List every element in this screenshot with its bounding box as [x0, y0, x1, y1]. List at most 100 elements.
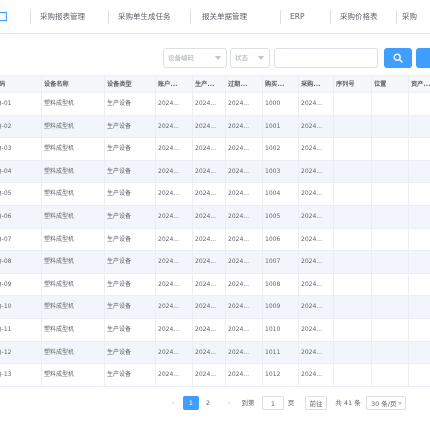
- table-cell: 2024...: [301, 258, 322, 266]
- table-row[interactable]: EQ-10 塑料成型机 生产设备 2024... 2024... 2024... 1009 2…: [0, 296, 430, 319]
- tab-6[interactable]: 采购: [402, 7, 430, 27]
- tab-3[interactable]: 报关单据管理: [202, 7, 268, 27]
- table-cell: 2024...: [228, 167, 249, 175]
- table-cell: 2024...: [228, 348, 249, 356]
- status-select[interactable]: 状态: [230, 48, 270, 68]
- tab-5[interactable]: 采购价格表: [340, 7, 390, 27]
- table-row[interactable]: EQ-04 塑料成型机 生产设备 2024... 2024... 2024... 1003 2…: [0, 160, 430, 184]
- table-cell: 1004: [265, 190, 281, 198]
- table-cell: 2024...: [228, 258, 249, 266]
- table-cell: EQ-04: [0, 167, 12, 175]
- table-cell: 生产设备: [107, 122, 132, 130]
- table-cell: 2024...: [195, 280, 216, 288]
- column-header[interactable]: 账户...: [155, 76, 192, 94]
- table-cell: 2024...: [228, 145, 249, 153]
- table-cell: 生产设备: [107, 371, 132, 379]
- table-cell: 塑料成型机: [44, 213, 75, 220]
- table-row[interactable]: EQ-09 塑料成型机 生产设备 2024... 2024... 2024... 1008 2…: [0, 274, 430, 297]
- table-row[interactable]: EQ-03 塑料成型机 生产设备 2024... 2024... 2024... 1002 2…: [0, 138, 430, 161]
- goto-page-input[interactable]: 1: [262, 396, 284, 410]
- search-input[interactable]: [274, 48, 378, 68]
- table-cell: 塑料成型机: [44, 122, 75, 130]
- table-cell: 2024...: [158, 145, 179, 153]
- table-row[interactable]: EQ-07 塑料成型机 生产设备 2024... 2024... 2024... 1006 2…: [0, 229, 430, 252]
- table-row[interactable]: EQ-02 塑料成型机 生产设备 2024... 2024... 2024... 1001 2…: [0, 115, 430, 139]
- table-cell: 2024...: [195, 100, 216, 107]
- prev-page-button[interactable]: ‹: [168, 396, 178, 410]
- table-cell: 1010: [265, 326, 281, 333]
- tab-bar: 采购报表管理 采购单生成任务 报关单据管理 ERP 采购价格表 采购: [0, 0, 430, 34]
- table-cell: 2024...: [158, 122, 179, 130]
- table-cell: [408, 206, 430, 228]
- table-cell: [408, 116, 430, 138]
- search-button[interactable]: [384, 48, 412, 68]
- page-1-button[interactable]: 1: [183, 396, 199, 410]
- column-divider: [408, 75, 409, 387]
- column-header[interactable]: 编码: [0, 76, 41, 94]
- column-header[interactable]: 采购...: [298, 76, 333, 94]
- table-cell: [371, 319, 408, 341]
- table-cell: 2024...: [195, 371, 216, 379]
- page-size-select[interactable]: 30 条/页: [366, 396, 406, 410]
- table-row[interactable]: EQ-12 塑料成型机 生产设备 2024... 2024... 2024... 1011 2…: [0, 341, 430, 365]
- column-divider: [298, 75, 299, 387]
- tab-divider: [108, 10, 109, 24]
- device-code-placeholder: 设备编码: [168, 54, 194, 62]
- table-row[interactable]: EQ-08 塑料成型机 生产设备 2024... 2024... 2024... 1007 2…: [0, 251, 430, 274]
- table-cell: [333, 206, 371, 228]
- table-cell: 1008: [265, 280, 281, 288]
- table-cell: [333, 183, 371, 205]
- tab-2[interactable]: 采购单生成任务: [118, 7, 182, 27]
- extra-button[interactable]: [416, 48, 430, 68]
- goto-button[interactable]: 前往: [305, 396, 327, 410]
- column-header[interactable]: 购买...: [262, 76, 298, 94]
- table-cell: EQ-05: [0, 190, 12, 198]
- table-row[interactable]: EQ-05 塑料成型机 生产设备 2024... 2024... 2024... 1004 2…: [0, 183, 430, 206]
- table-row[interactable]: EQ-01 塑料成型机 生产设备 2024... 2024... 2024... 1000 2…: [0, 93, 430, 116]
- table-cell: 塑料成型机: [44, 371, 75, 379]
- table-cell: 生产设备: [107, 145, 132, 153]
- table-cell: 2024...: [228, 371, 249, 379]
- column-divider: [192, 75, 193, 387]
- next-page-button[interactable]: ›: [224, 396, 234, 410]
- table-cell: 2024...: [195, 348, 216, 356]
- table-cell: [408, 251, 430, 273]
- column-header[interactable]: 序列号: [333, 76, 371, 94]
- table-cell: 2024...: [301, 145, 322, 153]
- table-cell: [408, 161, 430, 183]
- device-code-select[interactable]: 设备编码: [163, 48, 227, 68]
- table-cell: EQ-08: [0, 258, 12, 266]
- tab-4[interactable]: ERP: [290, 7, 310, 27]
- table-row[interactable]: EQ-11 塑料成型机 生产设备 2024... 2024... 2024... 1010 2…: [0, 319, 430, 342]
- column-header[interactable]: 资产...: [408, 76, 430, 94]
- column-header[interactable]: 过期...: [225, 76, 262, 94]
- table-cell: [371, 364, 408, 386]
- column-header[interactable]: 位置: [371, 76, 408, 94]
- table-cell: 2024...: [301, 122, 322, 130]
- table-cell: 2024...: [195, 258, 216, 266]
- column-header[interactable]: 设备名称: [41, 76, 104, 94]
- page-2-button[interactable]: 2: [201, 396, 215, 410]
- table-cell: [408, 274, 430, 296]
- table-row[interactable]: EQ-13 塑料成型机 生产设备 2024... 2024... 2024... 1012 2…: [0, 364, 430, 387]
- table-cell: [333, 274, 371, 296]
- tab-active[interactable]: [0, 7, 10, 27]
- table-cell: 2024...: [228, 235, 249, 243]
- table-cell: 1003: [265, 167, 281, 175]
- tab-1[interactable]: 采购报表管理: [40, 7, 104, 27]
- tab-divider: [30, 10, 31, 24]
- table-cell: EQ-01: [0, 100, 12, 107]
- table-cell: [371, 116, 408, 138]
- table-cell: 2024...: [301, 348, 322, 356]
- column-header[interactable]: 生产...: [192, 76, 225, 94]
- table-cell: [408, 93, 430, 115]
- table-cell: [408, 364, 430, 386]
- table-row[interactable]: EQ-06 塑料成型机 生产设备 2024... 2024... 2024... 1005 2…: [0, 206, 430, 229]
- table-cell: [371, 138, 408, 160]
- table-cell: [371, 229, 408, 251]
- table-cell: 2024...: [228, 122, 249, 130]
- column-header[interactable]: 设备类型: [104, 76, 155, 94]
- table-cell: [333, 116, 371, 138]
- table-cell: [333, 161, 371, 183]
- table-cell: 2024...: [195, 213, 216, 220]
